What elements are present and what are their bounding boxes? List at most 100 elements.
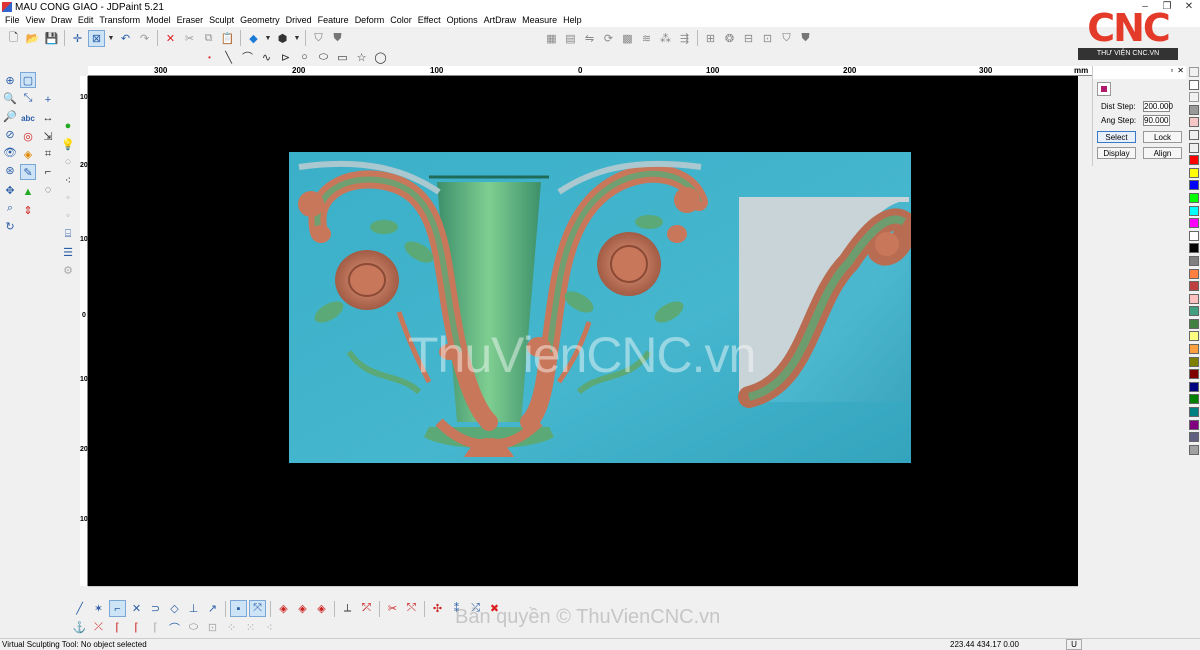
palette-swatch-15[interactable] [1189, 344, 1199, 355]
spot-icon[interactable]: ◦ [60, 190, 76, 206]
menu-model[interactable]: Model [143, 14, 174, 27]
palette-picker-icon[interactable] [1189, 92, 1199, 103]
menu-deform[interactable]: Deform [352, 14, 388, 27]
viewport-canvas[interactable]: ThuVienCNC.vn [88, 76, 1078, 586]
distribute-icon[interactable]: ⊡ [759, 30, 776, 47]
mirror-icon[interactable]: ⇋ [581, 30, 598, 47]
cut-icon[interactable]: ✂ [181, 30, 198, 47]
palette-swatch-12[interactable] [1189, 306, 1199, 317]
palette-swatch-17[interactable] [1189, 369, 1199, 380]
palette-swatch-1[interactable] [1189, 167, 1199, 178]
menu-help[interactable]: Help [560, 14, 585, 27]
tangent-icon[interactable]: ↗ [204, 600, 221, 617]
align-button[interactable]: Align [1143, 147, 1182, 159]
view-cube-icon[interactable]: ⬢ [274, 30, 291, 47]
menu-view[interactable]: View [23, 14, 48, 27]
offset-icon[interactable]: ⇲ [40, 128, 56, 144]
circle-alt-icon[interactable]: ◯ [372, 49, 389, 66]
scatter-third-icon[interactable]: ⁖ [261, 619, 278, 636]
palette-swatch-5[interactable] [1189, 218, 1199, 229]
intersect-icon[interactable]: ✕ [128, 600, 145, 617]
corner-icon[interactable]: ⤫ [90, 619, 107, 636]
curve-icon[interactable]: ⊳ [277, 49, 294, 66]
corner-chamfer-icon[interactable]: ⌈ [128, 619, 145, 636]
palette-swatch-11[interactable] [1189, 293, 1199, 304]
zoom-prev-icon[interactable]: ⊘ [2, 126, 18, 142]
light-off-icon[interactable]: ○ [60, 154, 76, 170]
shield-alt-icon[interactable]: ⛊ [329, 30, 346, 47]
palette-swatch-7[interactable] [1189, 243, 1199, 254]
wave-icon[interactable]: ≋ [638, 30, 655, 47]
palette-swatch-14[interactable] [1189, 331, 1199, 342]
palette-swatch-6[interactable] [1189, 230, 1199, 241]
star-icon[interactable]: ☆ [353, 49, 370, 66]
zoom-out-icon[interactable]: 🔎 [2, 108, 18, 124]
grid-alt-icon[interactable]: ⊞ [702, 30, 719, 47]
scatter-alt-icon[interactable]: ⁙ [242, 619, 259, 636]
arc-icon[interactable]: ⌒ [239, 49, 256, 66]
magnifier-icon[interactable]: ⌕ [2, 200, 18, 216]
corner-round-icon[interactable]: ⌈ [109, 619, 126, 636]
dropdown-arrow-icon[interactable]: ▼ [293, 30, 301, 47]
text-abc-icon[interactable]: abc [20, 110, 36, 126]
spot-alt-icon[interactable]: ◦ [60, 208, 76, 224]
slot-icon[interactable]: ⬭ [185, 619, 202, 636]
menu-eraser[interactable]: Eraser [174, 14, 207, 27]
copy-icon[interactable]: ⧉ [200, 30, 217, 47]
palette-swatch-4[interactable] [1189, 205, 1199, 216]
intersect-shape-icon[interactable]: ◈ [313, 600, 330, 617]
menu-transform[interactable]: Transform [96, 14, 143, 27]
menu-effect[interactable]: Effect [415, 14, 444, 27]
palette-swatch-23[interactable] [1189, 444, 1199, 455]
measure-icon[interactable]: ↔ [40, 110, 56, 126]
cylinder-icon[interactable]: ⌸ [60, 226, 76, 242]
palette-pencil-icon[interactable] [1189, 67, 1199, 77]
cube-color-icon[interactable]: ◆ [245, 30, 262, 47]
pattern-icon[interactable]: ⁂ [657, 30, 674, 47]
shield-icon[interactable]: ⛉ [310, 30, 327, 47]
sculpt-brush-icon[interactable]: ✎ [20, 164, 36, 180]
menu-artdraw[interactable]: ArtDraw [481, 14, 520, 27]
grid-icon[interactable]: ▩ [619, 30, 636, 47]
shield-alt-icon[interactable]: ⛊ [797, 30, 814, 47]
dist-step-input[interactable]: 200.000 [1143, 101, 1173, 112]
menu-measure[interactable]: Measure [519, 14, 560, 27]
point-icon[interactable]: • [201, 49, 218, 66]
save-icon[interactable]: 💾 [43, 30, 60, 47]
menu-geometry[interactable]: Geometry [237, 14, 283, 27]
palette-small-icon[interactable] [1189, 129, 1199, 140]
palette-swatch-13[interactable] [1189, 318, 1199, 329]
zoom-window-icon[interactable]: ⊕ [2, 72, 18, 88]
height-icon[interactable]: ⇕ [20, 202, 36, 218]
arrows-icon[interactable]: ⇶ [676, 30, 693, 47]
lasso-icon[interactable]: ◌ [40, 182, 56, 198]
rectangle-icon[interactable]: ▭ [334, 49, 351, 66]
scatter-icon[interactable]: ⁘ [223, 619, 240, 636]
menu-draw[interactable]: Draw [48, 14, 75, 27]
dropdown-arrow-icon[interactable]: ▼ [264, 30, 272, 47]
pan-icon[interactable]: ✥ [2, 182, 18, 198]
curve-edit-icon[interactable]: ⌒ [166, 619, 183, 636]
anchor-icon[interactable]: ⚓ [71, 619, 88, 636]
palette-swatch-16[interactable] [1189, 356, 1199, 367]
close-icon[interactable]: ✕ [1178, 0, 1200, 14]
perpendicular-icon[interactable]: ⊥ [185, 600, 202, 617]
zoom-in-icon[interactable]: 🔍 [2, 90, 18, 106]
palette-swatch-22[interactable] [1189, 432, 1199, 443]
panel-restore-icon[interactable]: ▫ [1168, 66, 1175, 79]
crop-icon[interactable]: ⌗ [40, 146, 56, 162]
node-select-icon[interactable]: ▪ [230, 600, 247, 617]
shield-icon[interactable]: ⛉ [778, 30, 795, 47]
snap-tab-icon[interactable] [1097, 82, 1111, 96]
delete-icon[interactable]: ✕ [162, 30, 179, 47]
lock-button[interactable]: Lock [1143, 131, 1182, 143]
palette-swatch-10[interactable] [1189, 281, 1199, 292]
dropdown-arrow-icon[interactable]: ▼ [107, 30, 115, 47]
mesh-icon[interactable]: ✣ [429, 600, 446, 617]
palette-swatch-2[interactable] [1189, 180, 1199, 191]
new-file-icon[interactable]: 🗋 [5, 30, 22, 47]
zoom-all-icon[interactable]: ⊛ [2, 162, 18, 178]
subtract-icon[interactable]: ◈ [294, 600, 311, 617]
extend-icon[interactable]: ⊃ [147, 600, 164, 617]
crosshair-icon[interactable]: ✛ [69, 30, 86, 47]
